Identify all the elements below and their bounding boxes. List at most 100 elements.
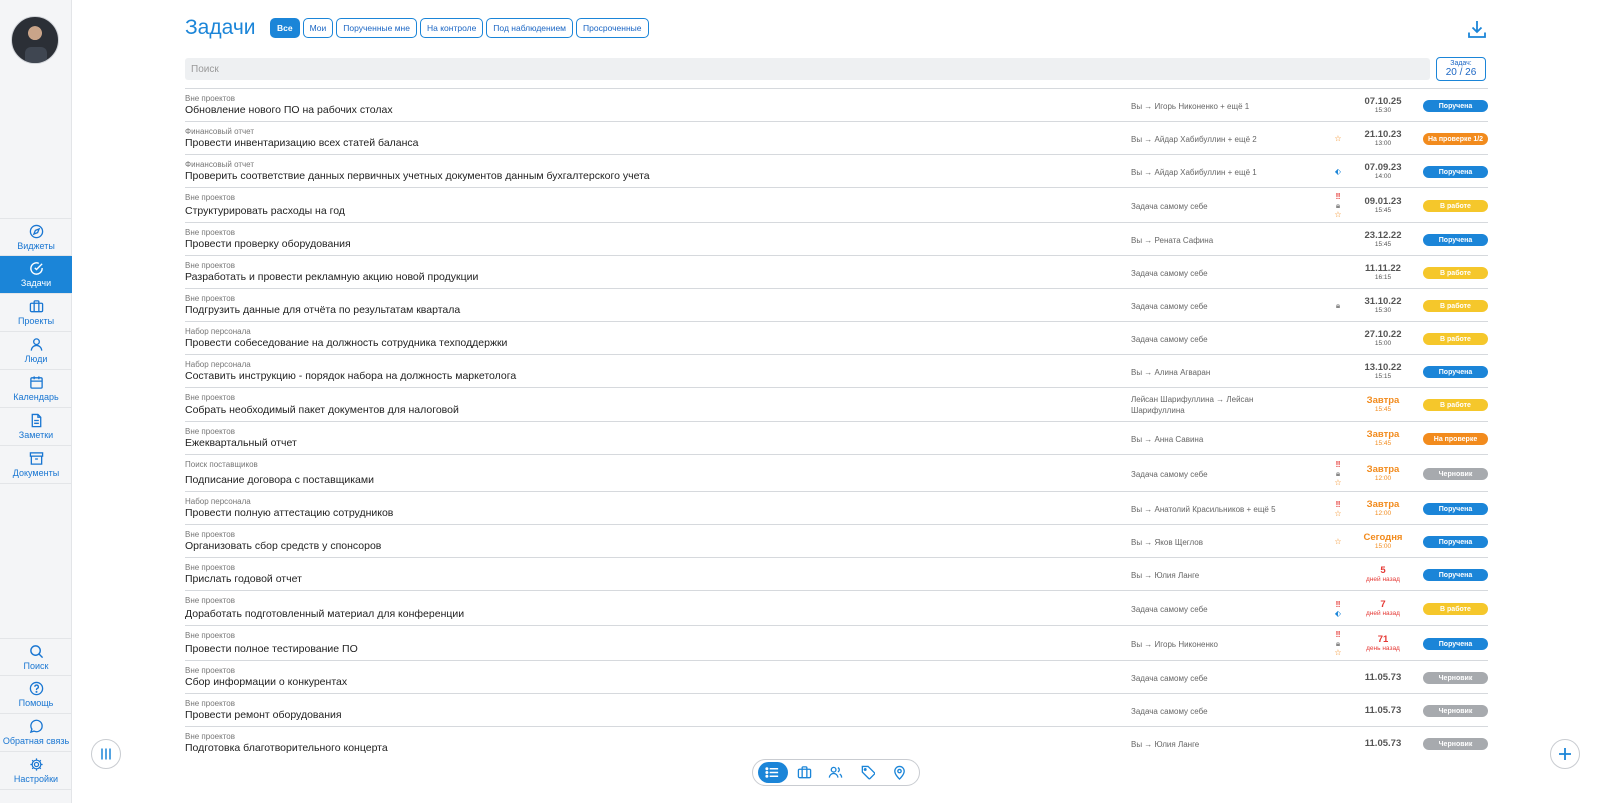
sidebar-item-projects[interactable]: Проекты — [0, 294, 72, 332]
priority-icon: ‼ — [1335, 192, 1341, 201]
task-project: Финансовый отчет — [185, 160, 255, 169]
task-row[interactable]: Вне проектов Провести проверку оборудован… — [185, 222, 1488, 255]
task-row[interactable]: Вне проектов Доработать подготовленный ма… — [185, 590, 1488, 625]
note-icon — [31, 413, 41, 428]
task-name: Разработать и провести рекламную акцию н… — [185, 271, 479, 283]
task-row[interactable]: Вне проектов Прислать годовой отчет Вы → Ю… — [185, 557, 1488, 590]
task-project: Вне проектов — [185, 699, 235, 708]
view-switcher — [752, 759, 920, 786]
briefcase-icon — [29, 300, 43, 313]
task-row[interactable]: Вне проектов Провести полное тестирование… — [185, 625, 1488, 660]
sidebar-item-label: Обратная связь — [2, 736, 70, 746]
task-name: Провести проверку оборудования — [185, 238, 351, 250]
filter-all[interactable]: Все — [270, 18, 300, 38]
task-assignees: Вы → Айдар Хабибуллин + ещё 1 — [1131, 168, 1257, 177]
status-badge: Поручена — [1423, 100, 1488, 112]
sidebar-item-label: Поиск — [23, 660, 49, 671]
download-button[interactable] — [1466, 18, 1488, 40]
task-deadline: 11.05.73 — [1355, 739, 1411, 749]
task-name: Провести инвентаризацию всех статей бала… — [185, 137, 419, 149]
sidebar-item-calendar[interactable]: Календарь — [0, 370, 72, 408]
task-project: Вне проектов — [185, 427, 235, 436]
sidebar-item-people[interactable]: Люди — [0, 332, 72, 370]
star-icon: ☆ — [1334, 478, 1342, 487]
status-badge: Поручена — [1423, 638, 1488, 650]
task-name: Доработать подготовленный материал для к… — [185, 608, 465, 620]
task-deadline-time: 15:00 — [1374, 339, 1392, 347]
task-deadline-date: 11.11.22 — [1365, 263, 1401, 274]
task-project: Вне проектов — [185, 563, 235, 572]
task-deadline: 09.01.23 15:45 — [1355, 197, 1411, 214]
task-deadline-date: 11.05.73 — [1364, 705, 1402, 716]
task-row[interactable]: Финансовый отчет Проверить соответствие д… — [185, 154, 1488, 187]
sidebar-item-search[interactable]: Поиск — [0, 638, 72, 676]
task-row[interactable]: Вне проектов Организовать сбор средств у … — [185, 524, 1488, 557]
task-row[interactable]: Вне проектов Подгрузить данные для отчёта… — [185, 288, 1488, 321]
status-badge: В работе — [1423, 603, 1488, 615]
task-assignees: Задача самому себе — [1131, 674, 1208, 683]
task-assignees: Задача самому себе — [1131, 707, 1208, 716]
columns-toggle-button[interactable] — [91, 739, 121, 769]
sidebar-item-label: Настройки — [13, 774, 59, 784]
task-deadline-date: Сегодня — [1363, 532, 1403, 543]
star-icon: ☆ — [1334, 537, 1342, 546]
filter-overdue[interactable]: Просроченные — [576, 18, 649, 38]
task-deadline: Завтра 15:45 — [1355, 430, 1411, 447]
task-project: Вне проектов — [185, 94, 235, 103]
task-row[interactable]: Поиск поставщиков Подписание договора с п… — [185, 454, 1488, 491]
task-assignees: Лейсан Шарифуллина → Лейсан Шарифуллина — [1131, 395, 1254, 415]
task-row[interactable]: Финансовый отчет Провести инвентаризацию … — [185, 121, 1488, 154]
task-row[interactable]: Вне проектов Собрать необходимый пакет до… — [185, 387, 1488, 421]
task-assignees: Задача самому себе — [1131, 269, 1208, 278]
task-row[interactable]: Вне проектов Обновление нового ПО на рабо… — [185, 88, 1488, 121]
task-counter-label: Задач: — [1450, 60, 1472, 67]
search-input[interactable]: Поиск — [185, 58, 1430, 80]
add-task-button[interactable] — [1550, 739, 1580, 769]
task-deadline-time: 15:45 — [1374, 240, 1392, 248]
task-deadline-date: 21.10.23 — [1364, 129, 1402, 140]
task-project: Вне проектов — [185, 393, 235, 402]
status-badge: В работе — [1423, 200, 1488, 212]
task-row[interactable]: Набор персонала Провести собеседование на… — [185, 321, 1488, 354]
task-row[interactable]: Вне проектов Ежеквартальный отчет Вы → Анн… — [185, 421, 1488, 454]
filter-watching[interactable]: Под наблюдением — [486, 18, 574, 38]
view-people-button[interactable] — [821, 762, 851, 783]
task-assignees: Задача самому себе — [1131, 202, 1208, 211]
filter-on-control[interactable]: На контроле — [419, 18, 484, 38]
task-name: Обновление нового ПО на рабочих столах — [185, 104, 393, 116]
task-deadline: 23.12.22 15:45 — [1355, 231, 1411, 248]
task-row[interactable]: Вне проектов Сбор информации о конкурента… — [185, 660, 1488, 693]
task-deadline-time: 15:30 — [1374, 106, 1392, 114]
task-row[interactable]: Вне проектов Подготовка благотворительног… — [185, 726, 1488, 759]
task-deadline-time: 15:00 — [1374, 542, 1392, 550]
star-icon: ☆ — [1334, 210, 1342, 219]
task-row[interactable]: Вне проектов Структурировать расходы на г… — [185, 187, 1488, 222]
sidebar-item-notes[interactable]: Заметки — [0, 408, 72, 446]
sidebar-item-widgets[interactable]: Виджеты — [0, 218, 72, 256]
filter-assigned-to-me[interactable]: Порученные мне — [336, 18, 417, 38]
sidebar-item-settings[interactable]: Настройки — [0, 752, 72, 790]
view-tags-button[interactable] — [853, 762, 883, 783]
task-row[interactable]: Вне проектов Разработать и провести рекла… — [185, 255, 1488, 288]
task-name: Провести полное тестирование ПО — [185, 643, 358, 655]
task-flags: ‼ ⬖ — [1331, 600, 1345, 618]
view-projects-button[interactable] — [789, 762, 819, 783]
sidebar-item-feedback[interactable]: Обратная связь — [0, 714, 72, 752]
view-map-button[interactable] — [884, 762, 914, 783]
sidebar-item-help[interactable]: Помощь — [0, 676, 72, 714]
task-deadline-date: 11.05.73 — [1364, 672, 1402, 683]
task-assignees: Задача самому себе — [1131, 470, 1208, 479]
task-deadline: 27.10.22 15:00 — [1355, 330, 1411, 347]
avatar[interactable] — [11, 16, 59, 64]
sidebar-item-tasks[interactable]: Задачи — [0, 256, 72, 294]
view-list-button[interactable] — [757, 762, 788, 783]
task-row[interactable]: Вне проектов Провести ремонт оборудования… — [185, 693, 1488, 726]
task-row[interactable]: Набор персонала Составить инструкцию - по… — [185, 354, 1488, 387]
sidebar-item-label: Задачи — [20, 278, 52, 288]
compass-icon — [29, 224, 43, 238]
task-deadline: Завтра 12:00 — [1355, 500, 1411, 517]
filter-mine[interactable]: Мои — [302, 18, 334, 38]
lock-icon: 🔒︎ — [1335, 469, 1341, 478]
task-row[interactable]: Набор персонала Провести полную аттестаци… — [185, 491, 1488, 524]
sidebar-item-documents[interactable]: Документы — [0, 446, 72, 484]
